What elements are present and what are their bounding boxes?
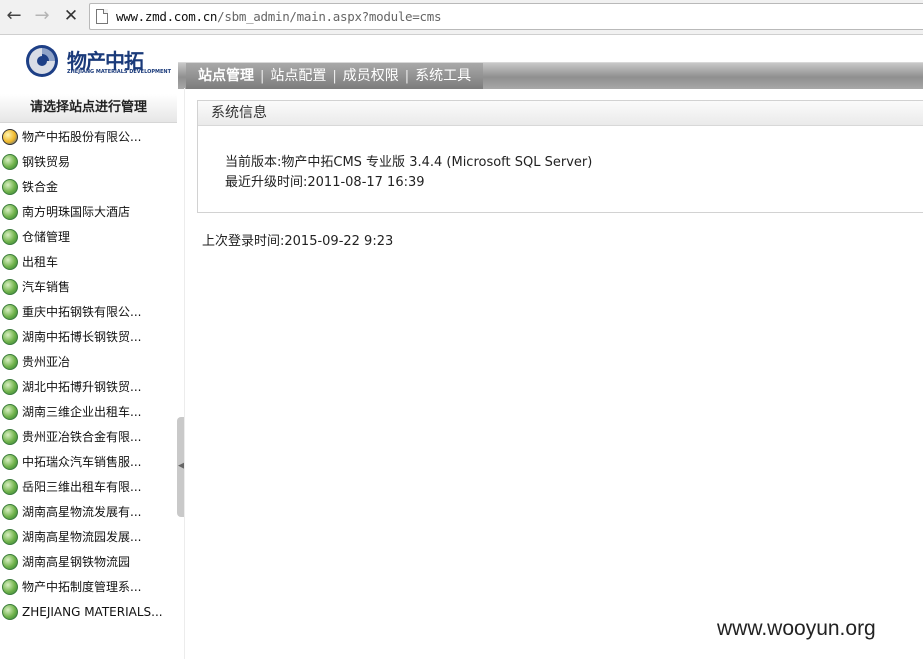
address-bar[interactable]: www.zmd.com.cn/sbm_admin/main.aspx?modul… <box>89 3 923 30</box>
site-item-label: 湖北中拓博升钢铁贸... <box>22 380 142 394</box>
globe-icon <box>2 253 18 270</box>
site-item[interactable]: 物产中拓制度管理系... <box>0 574 177 599</box>
top-menu-items: 站点管理 | 站点配置 | 成员权限 | 系统工具 <box>186 63 484 89</box>
site-item-label: 岳阳三维出租车有限... <box>22 480 142 494</box>
site-item-label: 贵州亚冶铁合金有限... <box>22 430 142 444</box>
site-item[interactable]: 贵州亚冶铁合金有限... <box>0 424 177 449</box>
site-item-label: 汽车销售 <box>22 280 71 294</box>
globe-icon <box>2 553 18 570</box>
site-item[interactable]: 湖南高星钢铁物流园 <box>0 549 177 574</box>
back-arrow-icon[interactable]: ← <box>3 5 25 27</box>
globe-icon <box>2 153 18 170</box>
site-item[interactable]: 湖南中拓博长钢铁贸... <box>0 324 177 349</box>
site-item[interactable]: 中拓瑞众汽车销售服... <box>0 449 177 474</box>
site-item[interactable]: ZHEJIANG MATERIALS... <box>0 599 177 624</box>
version-info: 当前版本:物产中拓CMS 专业版 3.4.4 (Microsoft SQL Se… <box>225 155 593 170</box>
site-item-label: 湖南高星钢铁物流园 <box>22 555 131 569</box>
globe-icon <box>2 178 18 195</box>
site-item[interactable]: 重庆中拓钢铁有限公... <box>0 299 177 324</box>
globe-icon <box>2 428 18 445</box>
site-item[interactable]: 湖南高星物流发展有... <box>0 499 177 524</box>
globe-icon <box>2 603 18 620</box>
globe-icon <box>2 303 18 320</box>
sidebar-header: 请选择站点进行管理 <box>0 94 177 123</box>
site-item[interactable]: 湖北中拓博升钢铁贸... <box>0 374 177 399</box>
globe-icon <box>2 478 18 495</box>
menu-site-management[interactable]: 站点管理 <box>192 63 260 89</box>
site-item[interactable]: 出租车 <box>0 249 177 274</box>
site-item[interactable]: 汽车销售 <box>0 274 177 299</box>
globe-icon <box>2 228 18 245</box>
site-item[interactable]: 仓储管理 <box>0 224 177 249</box>
site-item-label: 物产中拓制度管理系... <box>22 580 142 594</box>
system-info-title: 系统信息 <box>198 101 923 126</box>
site-item[interactable]: 岳阳三维出租车有限... <box>0 474 177 499</box>
site-item-label: ZHEJIANG MATERIALS... <box>22 604 163 619</box>
site-item-label: 物产中拓股份有限公... <box>22 130 142 144</box>
site-item-label: 湖南中拓博长钢铁贸... <box>22 330 142 344</box>
site-item-label: 出租车 <box>22 255 59 269</box>
site-item[interactable]: 钢铁贸易 <box>0 149 177 174</box>
upgrade-time-info: 最近升级时间:2011-08-17 16:39 <box>225 175 425 190</box>
sidebar-collapse-handle[interactable]: ◀ <box>177 417 185 517</box>
globe-icon <box>2 378 18 395</box>
site-item-label: 仓储管理 <box>22 230 71 244</box>
menu-member-permissions[interactable]: 成员权限 <box>337 63 405 89</box>
browser-toolbar: ← → ✕ www.zmd.com.cn/sbm_admin/main.aspx… <box>0 0 923 35</box>
globe-icon <box>2 203 18 220</box>
globe-icon <box>2 578 18 595</box>
company-logo: 物产中拓 ZHEJIANG MATERIALS DEVELOPMENT <box>23 42 171 82</box>
globe-icon <box>2 403 18 420</box>
site-item-label: 湖南高星物流园发展... <box>22 530 142 544</box>
site-item-label: 贵州亚冶 <box>22 355 71 369</box>
site-item[interactable]: 物产中拓股份有限公... <box>0 124 177 149</box>
globe-icon <box>2 328 18 345</box>
site-item-label: 湖南高星物流发展有... <box>22 505 142 519</box>
globe-icon <box>2 503 18 520</box>
globe-icon <box>2 353 18 370</box>
url-host: www.zmd.com.cn <box>116 9 218 24</box>
site-item-label: 湖南三维企业出租车... <box>22 405 142 419</box>
forward-arrow-icon[interactable]: → <box>31 5 53 27</box>
system-info-panel: 系统信息 当前版本:物产中拓CMS 专业版 3.4.4 (Microsoft S… <box>197 100 923 213</box>
globe-icon <box>2 128 18 145</box>
site-item-label: 铁合金 <box>22 180 59 194</box>
last-login-time: 上次登录时间:2015-09-22 9:23 <box>202 234 394 249</box>
menu-site-config[interactable]: 站点配置 <box>264 63 332 89</box>
logo-mark-icon <box>26 45 58 77</box>
globe-icon <box>2 453 18 470</box>
top-navigation: 站点管理 | 站点配置 | 成员权限 | 系统工具 <box>178 62 923 89</box>
site-item[interactable]: 湖南三维企业出租车... <box>0 399 177 424</box>
site-item[interactable]: 湖南高星物流园发展... <box>0 524 177 549</box>
site-item-label: 重庆中拓钢铁有限公... <box>22 305 142 319</box>
site-item[interactable]: 铁合金 <box>0 174 177 199</box>
site-list: 物产中拓股份有限公... 钢铁贸易 铁合金 南方明珠国际大酒店 仓储管理 出租车… <box>0 124 177 624</box>
stop-loading-icon[interactable]: ✕ <box>60 5 82 27</box>
watermark: www.wooyun.org <box>717 617 876 640</box>
url-path: /sbm_admin/main.aspx?module=cms <box>217 9 442 24</box>
content-divider <box>184 88 185 659</box>
globe-icon <box>2 528 18 545</box>
logo-english-text: ZHEJIANG MATERIALS DEVELOPMENT <box>67 69 171 75</box>
site-item[interactable]: 南方明珠国际大酒店 <box>0 199 177 224</box>
site-item-label: 南方明珠国际大酒店 <box>22 205 131 219</box>
menu-system-tools[interactable]: 系统工具 <box>409 63 477 89</box>
site-item-label: 钢铁贸易 <box>22 155 71 169</box>
globe-icon <box>2 278 18 295</box>
site-item[interactable]: 贵州亚冶 <box>0 349 177 374</box>
url-text[interactable]: www.zmd.com.cn/sbm_admin/main.aspx?modul… <box>116 9 441 24</box>
site-item-label: 中拓瑞众汽车销售服... <box>22 455 142 469</box>
page-icon <box>96 9 108 24</box>
